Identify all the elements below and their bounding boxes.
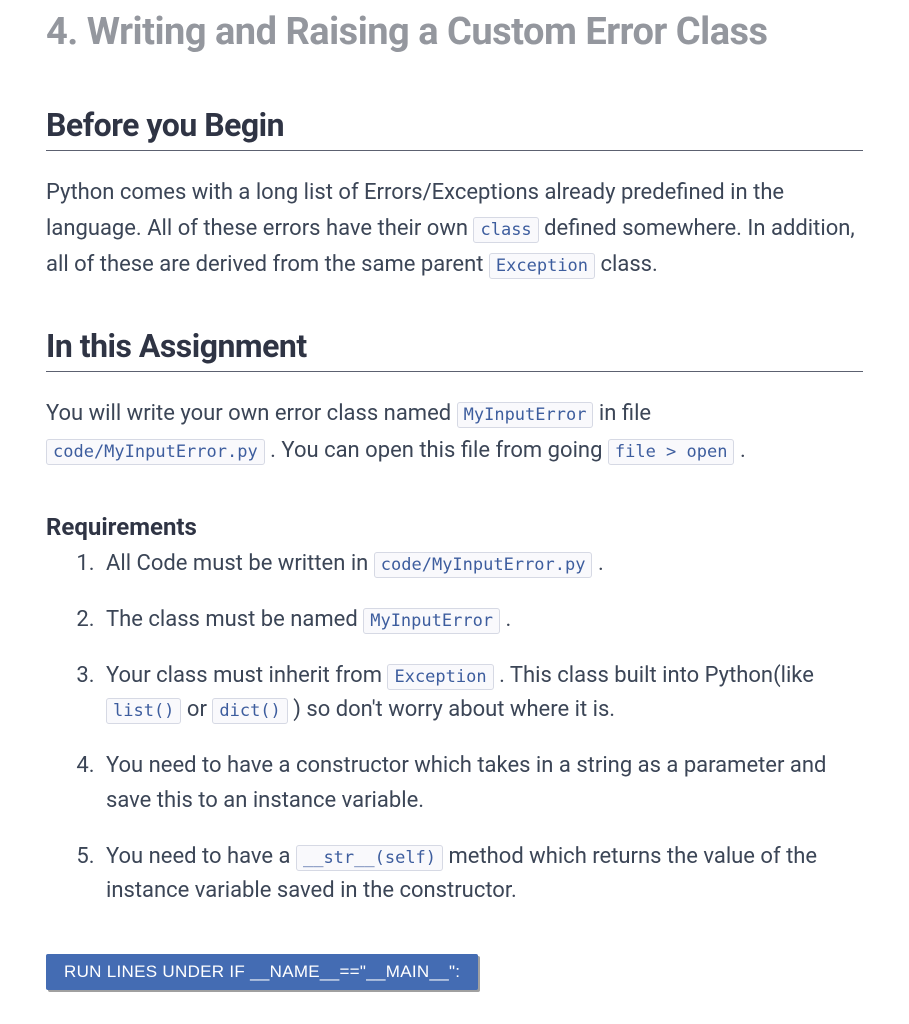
list-item: You need to have a constructor which tak… (100, 749, 863, 817)
code-exception: Exception (489, 253, 595, 279)
list-item: The class must be named MyInputError . (100, 603, 863, 637)
code-dict: dict() (212, 698, 287, 724)
list-item: All Code must be written in code/MyInput… (100, 547, 863, 581)
text-span: ) so don't worry about where it is. (293, 697, 615, 722)
code-myinputerror: MyInputError (363, 608, 500, 634)
code-class: class (473, 217, 538, 243)
text-span: You will write your own error class name… (46, 401, 457, 426)
code-filepath: code/MyInputError.py (374, 552, 593, 578)
text-span: in file (599, 401, 651, 426)
requirements-list: All Code must be written in code/MyInput… (46, 547, 863, 908)
list-item: Your class must inherit from Exception .… (100, 659, 863, 727)
section-heading-assignment: In this Assignment (46, 327, 863, 372)
text-span: . This class built into Python(like (499, 663, 814, 688)
text-span: . (740, 438, 746, 463)
page-title: 4. Writing and Raising a Custom Error Cl… (46, 10, 863, 56)
text-span: class. (601, 252, 658, 277)
text-span: The class must be named (106, 607, 363, 632)
text-span: Your class must inherit from (106, 663, 387, 688)
code-filepath: code/MyInputError.py (46, 439, 265, 465)
text-span: All Code must be written in (106, 551, 374, 576)
section-heading-before: Before you Begin (46, 106, 863, 151)
code-list: list() (106, 698, 181, 724)
text-span: . You can open this file from going (270, 438, 608, 463)
text-span: . (506, 607, 512, 632)
text-span: or (187, 697, 212, 722)
code-str-method: __str__(self) (296, 845, 443, 871)
subheading-requirements: Requirements (46, 513, 863, 541)
code-file-open: file > open (608, 439, 735, 465)
text-span: You need to have a (106, 844, 296, 869)
text-span: You need to have a constructor which tak… (106, 753, 826, 812)
before-paragraph: Python comes with a long list of Errors/… (46, 175, 863, 284)
code-exception: Exception (387, 664, 493, 690)
code-myinputerror: MyInputError (457, 402, 594, 428)
text-span: . (598, 551, 604, 576)
list-item: You need to have a __str__(self) method … (100, 840, 863, 908)
assignment-paragraph: You will write your own error class name… (46, 396, 863, 469)
run-button[interactable]: RUN LINES UNDER IF __NAME__=="__MAIN__": (46, 954, 478, 990)
